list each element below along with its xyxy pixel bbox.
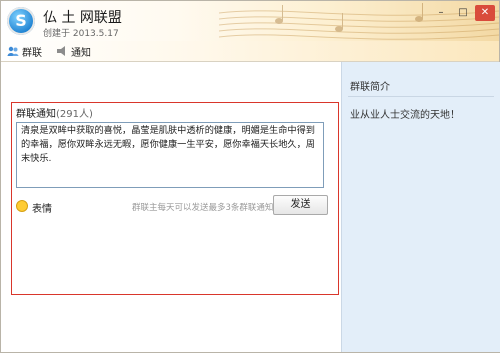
tab-notice[interactable]: 通知 [56,43,91,59]
notice-title: 群联通知 [16,109,56,120]
notice-heading: 群联通知(291人) [16,105,93,120]
tab-bar: 群联 通知 [1,41,499,62]
notice-editor-panel: 群联通知(291人) 清泉是双眸中获取的喜悦，晶莹是肌肤中透析的健康，明媚是生命… [11,102,339,295]
divider [348,96,494,97]
main-panel: 群联通知(291人) 清泉是双眸中获取的喜悦，晶莹是肌肤中透析的健康，明媚是生命… [1,62,341,352]
group-created-date: 创建于 2013.5.17 [43,29,119,39]
group-intro-text: 业从业人士交流的天地！ [350,110,460,121]
emoji-icon[interactable] [16,200,28,212]
member-count: (291人) [56,109,93,120]
title-bar[interactable]: S 仏 土 网联盟 创建于 2013.5.17 – □ ✕ [1,1,499,41]
app-logo-icon: S [7,7,35,35]
minimize-button[interactable]: – [431,5,451,21]
group-window: S 仏 土 网联盟 创建于 2013.5.17 – □ ✕ 群联 通知 群联通知… [0,0,500,353]
window-controls: – □ ✕ [431,5,495,21]
group-name: 仏 土 网联盟 [43,10,122,26]
group-intro-panel: 群联简介 业从业人士交流的天地！ [341,62,500,352]
notice-icon [56,45,68,57]
close-button[interactable]: ✕ [475,5,495,21]
send-limit-hint: 群联主每天可以发送最多3条群联通知 [132,203,274,213]
notice-textarea[interactable]: 清泉是双眸中获取的喜悦，晶莹是肌肤中透析的健康，明媚是生命中得到的幸福，愿你双眸… [16,122,324,188]
tab-group-label: 群联 [22,47,42,59]
emoji-button-label[interactable]: 表情 [32,200,52,215]
group-icon [7,45,19,57]
group-intro-title: 群联简介 [350,82,390,93]
tab-notice-label: 通知 [71,47,91,59]
send-button[interactable]: 发送 [273,195,328,215]
tab-group[interactable]: 群联 [7,43,42,59]
maximize-button[interactable]: □ [453,5,473,21]
